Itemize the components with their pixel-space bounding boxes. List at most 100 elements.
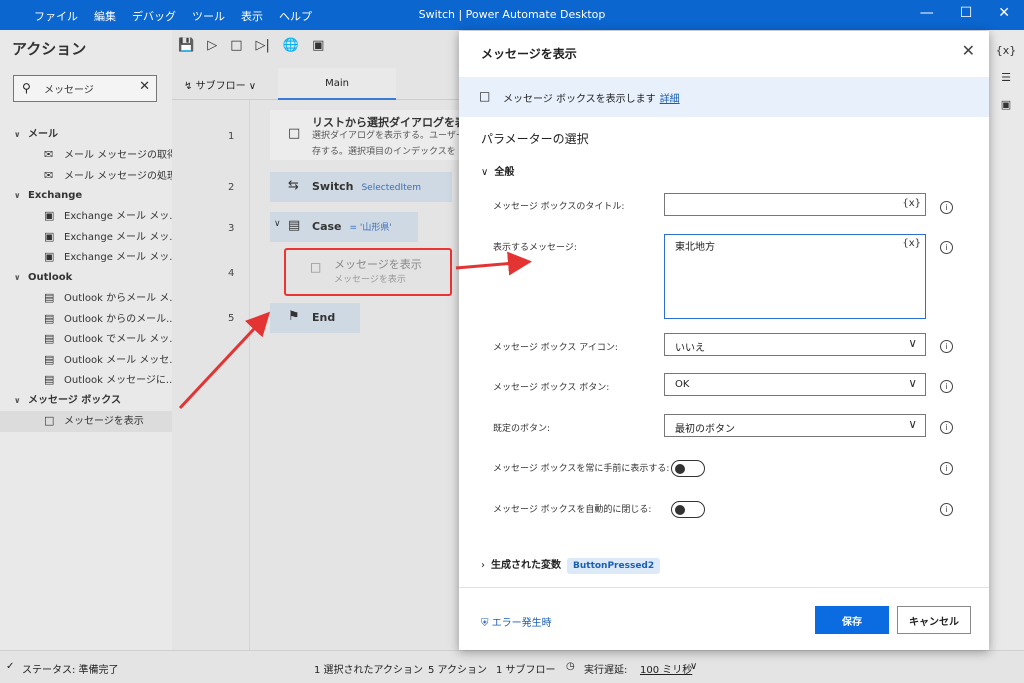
selected-actions-count: 1 選択されたアクション (314, 665, 424, 676)
chevron-down-icon: ∨ (481, 167, 489, 178)
info-icon[interactable]: i (940, 380, 953, 393)
info-icon[interactable]: i (940, 340, 953, 353)
desktop-recorder-icon[interactable]: ▣ (312, 38, 324, 53)
tree-item[interactable]: ▤ Outlook からのメール... (0, 309, 172, 330)
default-button-select[interactable]: 最初のボタン ∨ (664, 414, 926, 437)
cancel-button[interactable]: キャンセル (897, 606, 971, 634)
close-icon[interactable]: ✕ (962, 41, 975, 60)
actions-title: アクション (12, 40, 87, 58)
toggle-knob (675, 463, 685, 474)
line-gutter: 1 2 3 4 5 (172, 100, 250, 650)
info-icon[interactable]: i (940, 421, 953, 434)
tree-item-show-message[interactable]: □ メッセージを表示 (0, 410, 172, 432)
info-icon[interactable]: i (940, 201, 953, 214)
flag-icon: ⚑ (288, 309, 300, 324)
info-icon[interactable]: i (940, 503, 953, 516)
label-auto-close: メッセージ ボックスを自動的に閉じる: (493, 505, 652, 515)
info-icon[interactable]: i (940, 241, 953, 254)
label-title: メッセージ ボックスのタイトル: (493, 202, 625, 212)
step-switch[interactable]: ⇆ Switch SelectedItem (270, 172, 452, 202)
title-input[interactable]: {x} (664, 193, 926, 216)
save-button[interactable]: 保存 (815, 606, 889, 634)
tree-item[interactable]: ▣ Exchange メール メッ... (0, 227, 172, 248)
close-window-icon[interactable]: ✕ (998, 5, 1010, 21)
message-icon: □ (44, 413, 55, 427)
subflows-count: 1 サブフロー (496, 665, 556, 676)
save-icon[interactable]: 💾 (178, 38, 194, 53)
exchange-icon: ▣ (44, 229, 55, 243)
tree-group-outlook[interactable]: ∨ Outlook (0, 268, 172, 288)
generated-variables[interactable]: › 生成された変数 ButtonPressed2 (481, 556, 661, 574)
tree-item[interactable]: ▤ Outlook でメール メッ... (0, 329, 172, 350)
variable-icon[interactable]: {x} (902, 238, 921, 249)
tree-group-message-box[interactable]: ∨ メッセージ ボックス (0, 391, 172, 411)
layers-icon[interactable]: ☰ (988, 71, 1024, 84)
message-textarea[interactable]: 東北地方 {x} (664, 234, 926, 319)
action-tree: ∨ メール ✉ メール メッセージの取得 ✉ メール メッセージの処理 ∨ Exchan… (0, 125, 172, 432)
outlook-icon: ▤ (44, 311, 55, 325)
tree-group-exchange[interactable]: ∨ Exchange (0, 186, 172, 206)
label-icon: メッセージ ボックス アイコン: (493, 343, 618, 353)
step-case[interactable]: ∨ ▤ Case = '山形県' (270, 212, 418, 242)
maximize-icon[interactable]: ☐ (960, 5, 973, 21)
auto-close-toggle[interactable] (671, 501, 705, 518)
minimize-icon[interactable]: — (920, 5, 934, 21)
status-check-icon: ✓ (6, 661, 15, 672)
chevron-down-icon[interactable]: ∨ (690, 661, 697, 672)
variable-chip[interactable]: ButtonPressed2 (567, 558, 661, 574)
delay-value[interactable]: 100 ミリ秒 (640, 661, 692, 676)
tree-group-mail[interactable]: ∨ メール (0, 125, 172, 145)
status-text: ステータス: 準備完了 (22, 665, 119, 676)
variable-icon[interactable]: {x} (902, 198, 921, 209)
run-icon[interactable]: ▷ (207, 38, 217, 53)
info-banner: □ メッセージ ボックスを表示します 詳細 (459, 77, 989, 117)
image-icon[interactable]: ▣ (988, 98, 1024, 111)
label-default-button: 既定のボタン: (493, 424, 551, 434)
top-most-toggle[interactable] (671, 460, 705, 477)
message-icon: □ (310, 260, 322, 274)
info-icon[interactable]: i (940, 462, 953, 475)
tree-item[interactable]: ▤ Outlook からメール メ... (0, 288, 172, 309)
web-recorder-icon[interactable]: 🌐 (283, 38, 299, 53)
shield-icon: ⛨ (481, 618, 489, 629)
step-select-dialog[interactable]: □ リストから選択ダイアログを表示 選択ダイアログを表示する。ユーザーの 存する… (270, 110, 477, 160)
tree-item[interactable]: ▤ Outlook メール メッセ... (0, 350, 172, 371)
action-search-box[interactable]: ⚲ ✕ (13, 75, 157, 102)
chevron-right-icon: › (481, 560, 485, 571)
step-end[interactable]: ⚑ End (270, 303, 360, 333)
tree-item[interactable]: ▤ Outlook メッセージに... (0, 370, 172, 391)
dialog-footer: ⛨ エラー発生時 保存 キャンセル (459, 587, 989, 650)
clear-search-icon[interactable]: ✕ (139, 79, 150, 94)
status-bar: ✓ ステータス: 準備完了 1 選択されたアクション 5 アクション 1 サブフ… (0, 650, 1024, 683)
section-general[interactable]: ∨ 全般 (481, 163, 514, 178)
case-icon: ▤ (288, 218, 301, 233)
exchange-icon: ▣ (44, 250, 55, 264)
clock-icon: ◷ (566, 661, 575, 672)
exchange-icon: ▣ (44, 209, 55, 223)
subflow-dropdown[interactable]: ↯ サブフロー ∨ (184, 77, 256, 92)
chevron-down-icon: ∨ (14, 130, 21, 139)
step-show-message[interactable]: □ メッセージを表示 メッセージを表示 (284, 248, 452, 296)
tree-item[interactable]: ✉ メール メッセージの処理 (0, 166, 172, 187)
show-message-dialog: メッセージを表示 ✕ □ メッセージ ボックスを表示します 詳細 パラメーターの選… (459, 31, 989, 650)
step-icon[interactable]: ▷| (255, 38, 269, 53)
line-number: 4 (228, 268, 235, 279)
outlook-icon: ▤ (44, 290, 55, 304)
window-title: Switch | Power Automate Desktop (418, 8, 606, 21)
designer-toolbar: 💾 ▷ □ ▷| 🌐 ▣ (178, 38, 324, 53)
stop-icon[interactable]: □ (230, 38, 242, 53)
variables-icon[interactable]: {x} (988, 44, 1024, 57)
search-icon: ⚲ (22, 81, 31, 95)
subflow-icon: ↯ (184, 81, 193, 92)
tree-item[interactable]: ✉ メール メッセージの取得 (0, 145, 172, 166)
action-search-input[interactable] (44, 80, 132, 97)
buttons-select[interactable]: OK ∨ (664, 373, 926, 396)
outlook-icon: ▤ (44, 373, 55, 387)
icon-select[interactable]: いいえ ∨ (664, 333, 926, 356)
details-link[interactable]: 詳細 (660, 94, 680, 105)
on-error-link[interactable]: ⛨ エラー発生時 (481, 614, 552, 629)
tree-item[interactable]: ▣ Exchange メール メッ... (0, 247, 172, 268)
tree-item[interactable]: ▣ Exchange メール メッ... (0, 206, 172, 227)
tab-main[interactable]: Main (278, 68, 396, 100)
mail-icon: ✉ (44, 148, 54, 161)
